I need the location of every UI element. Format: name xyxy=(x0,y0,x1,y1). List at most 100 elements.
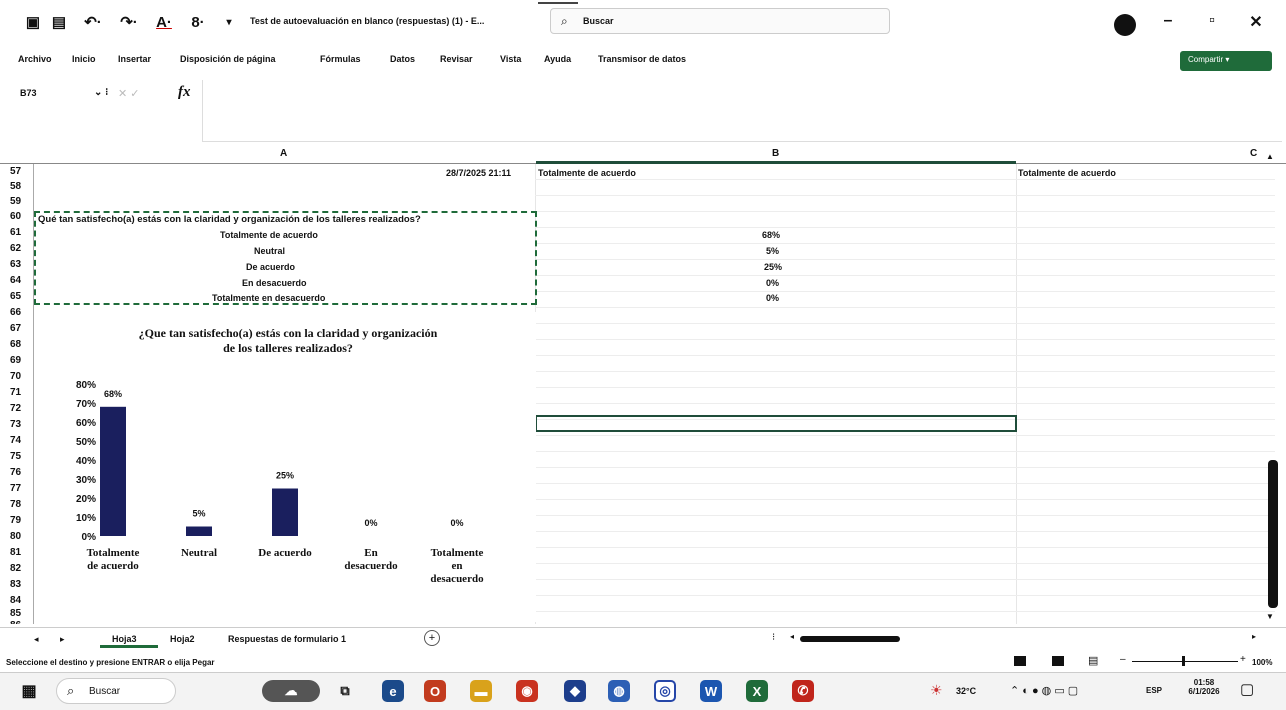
search-box[interactable]: ⌕ Buscar xyxy=(550,8,890,34)
row-header[interactable]: 76 xyxy=(10,467,21,479)
task-view-icon[interactable]: ⧉ xyxy=(334,680,356,702)
next-sheet-icon[interactable]: ▸ xyxy=(60,634,65,645)
scroll-right-icon[interactable]: ▸ xyxy=(1252,632,1256,641)
row-header[interactable]: 63 xyxy=(10,259,21,271)
avatar[interactable] xyxy=(1114,14,1136,36)
cell-c57[interactable]: Totalmente de acuerdo xyxy=(1018,168,1116,178)
row-header[interactable]: 67 xyxy=(10,323,21,335)
format-icon[interactable]: 8· xyxy=(184,12,212,32)
vertical-scrollbar-thumb[interactable] xyxy=(1268,460,1278,608)
sheet-tab-respuestas[interactable]: Respuestas de formulario 1 xyxy=(228,634,346,644)
tab-ayuda[interactable]: Ayuda xyxy=(544,54,571,64)
zoom-app-icon[interactable]: ◎ xyxy=(654,680,676,702)
selected-cell-b73[interactable] xyxy=(535,415,1017,432)
clock[interactable]: 01:58 6/1/2026 xyxy=(1184,678,1224,696)
app-icon[interactable]: ◍ xyxy=(608,680,630,702)
customize-quick-access-icon[interactable]: ▾ xyxy=(222,12,236,32)
row-header[interactable]: 68 xyxy=(10,339,21,351)
row-header[interactable]: 81 xyxy=(10,547,21,559)
row-header[interactable]: 59 xyxy=(10,196,21,208)
tab-vista[interactable]: Vista xyxy=(500,54,521,64)
name-box-dropdown-icon[interactable]: ⌄ ⁝ xyxy=(94,87,108,98)
add-sheet-icon[interactable]: + xyxy=(424,630,440,646)
row-header[interactable]: 70 xyxy=(10,371,21,383)
row-header[interactable]: 85 xyxy=(10,608,21,620)
widgets-icon[interactable]: ☁ xyxy=(262,680,320,702)
page-break-icon[interactable]: ▤ xyxy=(1088,654,1098,667)
prev-sheet-icon[interactable]: ◂ xyxy=(34,634,39,645)
system-tray-icons[interactable]: ⌃ ◐ ● ◍ ▭ ▢ xyxy=(1010,684,1078,697)
file-explorer-icon[interactable]: ▬ xyxy=(470,680,492,702)
redo-icon[interactable]: ↷· xyxy=(114,12,144,32)
scroll-down-icon[interactable]: ▼ xyxy=(1266,612,1274,621)
save-icon[interactable]: ▤ xyxy=(50,12,68,32)
temperature[interactable]: 32°C xyxy=(956,686,976,696)
horizontal-scrollbar-thumb[interactable] xyxy=(800,636,900,642)
cell-b57[interactable]: Totalmente de acuerdo xyxy=(538,168,636,178)
tab-inicio[interactable]: Inicio xyxy=(72,54,96,64)
zoom-slider[interactable] xyxy=(1132,661,1238,662)
tab-disposicion[interactable]: Disposición de página xyxy=(180,54,276,64)
row-header[interactable]: 83 xyxy=(10,579,21,591)
tab-datos[interactable]: Datos xyxy=(390,54,415,64)
taskbar-search[interactable]: ⌕ Buscar xyxy=(56,678,176,704)
language-indicator[interactable]: ESP xyxy=(1146,686,1162,695)
formula-input[interactable] xyxy=(202,80,1282,142)
scroll-left-icon[interactable]: ◂ xyxy=(790,632,794,641)
row-header[interactable]: 80 xyxy=(10,531,21,543)
zoom-out-icon[interactable]: – xyxy=(1120,654,1126,665)
normal-view-icon[interactable] xyxy=(1014,656,1026,666)
tab-transmisor[interactable]: Transmisor de datos xyxy=(598,54,686,64)
table-value[interactable]: 68% xyxy=(762,230,780,240)
row-header[interactable]: 75 xyxy=(10,451,21,463)
row-header[interactable]: 66 xyxy=(10,307,21,319)
tab-revisar[interactable]: Revisar xyxy=(440,54,473,64)
table-value[interactable]: 0% xyxy=(766,278,779,288)
minimize-button[interactable]: – xyxy=(1156,12,1180,30)
row-header[interactable]: 71 xyxy=(10,387,21,399)
page-layout-icon[interactable] xyxy=(1052,656,1064,666)
sheet-tab-hoja2[interactable]: Hoja2 xyxy=(170,634,195,644)
row-header[interactable]: 72 xyxy=(10,403,21,415)
restore-button[interactable]: ▫ xyxy=(1200,12,1224,30)
cell-a57[interactable]: 28/7/2025 21:11 xyxy=(446,168,511,178)
store-icon[interactable]: ◆ xyxy=(564,680,586,702)
close-button[interactable]: ✕ xyxy=(1244,12,1268,32)
tab-insertar[interactable]: Insertar xyxy=(118,54,151,64)
zoom-slider-thumb[interactable] xyxy=(1182,656,1185,666)
row-header[interactable]: 69 xyxy=(10,355,21,367)
row-header[interactable]: 60 xyxy=(10,211,21,223)
edge-icon[interactable]: e xyxy=(382,680,404,702)
bar-chart[interactable]: ¿Que tan satisfecho(a) estás con la clar… xyxy=(38,312,536,622)
table-value[interactable]: 25% xyxy=(764,262,782,272)
zoom-level[interactable]: 100% xyxy=(1252,658,1272,667)
row-header[interactable]: 74 xyxy=(10,435,21,447)
row-header[interactable]: 65 xyxy=(10,291,21,303)
sheet-tab-label[interactable]: Hoja3 xyxy=(112,634,137,644)
row-header[interactable]: 84 xyxy=(10,595,21,607)
font-color-icon[interactable]: A· xyxy=(150,12,178,32)
column-header-b[interactable]: B xyxy=(772,148,779,159)
row-header[interactable]: 64 xyxy=(10,275,21,287)
column-header-c[interactable]: C xyxy=(1250,148,1257,159)
start-icon[interactable]: ▦ xyxy=(18,680,40,702)
row-header[interactable]: 77 xyxy=(10,483,21,495)
office-icon[interactable]: O xyxy=(424,680,446,702)
notifications-icon[interactable]: ▢ xyxy=(1240,680,1254,698)
word-icon[interactable]: W xyxy=(700,680,722,702)
chrome-icon[interactable]: ◉ xyxy=(516,680,538,702)
row-header[interactable]: 73 xyxy=(10,419,21,431)
tab-archivo[interactable]: Archivo xyxy=(18,54,52,64)
table-value[interactable]: 5% xyxy=(766,246,779,256)
row-header[interactable]: 86 xyxy=(10,620,21,624)
row-header[interactable]: 58 xyxy=(10,181,21,193)
excel-taskbar-icon[interactable]: X xyxy=(746,680,768,702)
teams-icon[interactable]: ✆ xyxy=(792,680,814,702)
row-header[interactable]: 61 xyxy=(10,227,21,239)
tab-formulas[interactable]: Fórmulas xyxy=(320,54,361,64)
undo-icon[interactable]: ↶· xyxy=(78,12,108,32)
column-header-a[interactable]: A xyxy=(280,148,287,159)
row-header[interactable]: 82 xyxy=(10,563,21,575)
tab-splitter-icon[interactable]: ⁝ xyxy=(772,632,775,643)
weather-icon[interactable]: ☀ xyxy=(930,682,943,699)
